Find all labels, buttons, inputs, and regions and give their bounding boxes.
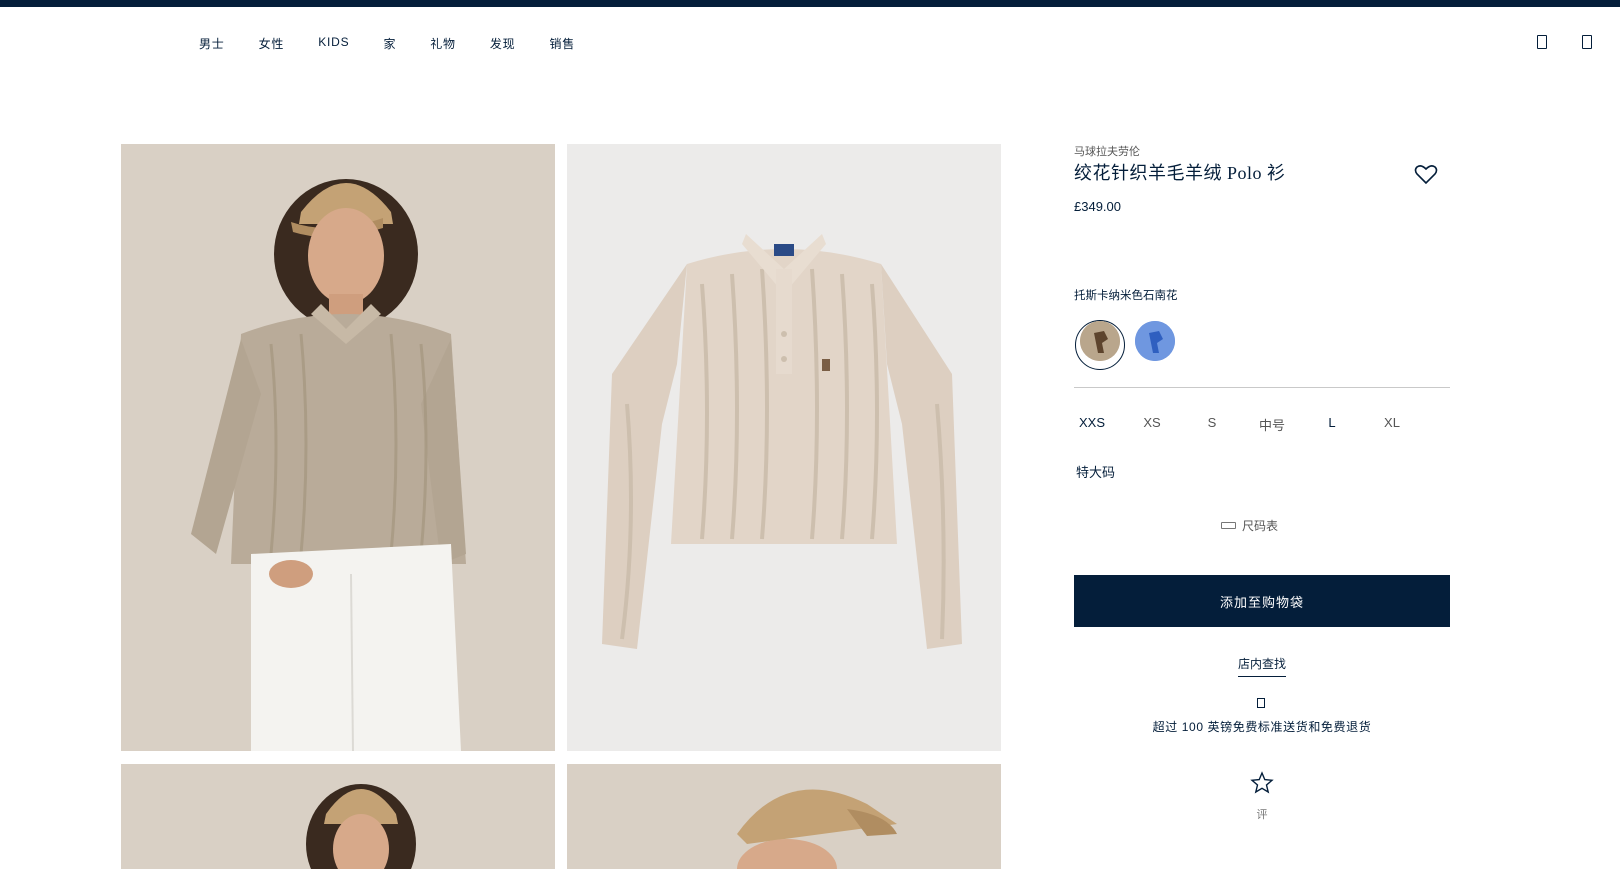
heart-icon[interactable] — [1414, 163, 1438, 185]
find-in-store: 店内查找 — [1074, 655, 1450, 677]
model-front-image[interactable] — [121, 144, 555, 751]
shipping-text: 超过 100 英镑免费标准送货和免费退货 — [1152, 720, 1372, 734]
star-icon[interactable] — [1250, 771, 1274, 795]
nav-item-kids[interactable]: KIDS — [318, 35, 349, 52]
shipping-icon — [1257, 698, 1265, 708]
size-xs[interactable]: XS — [1129, 415, 1175, 430]
product-brand: 马球拉夫劳伦 — [1074, 146, 1140, 158]
nav-item-sale[interactable]: 销售 — [549, 35, 575, 52]
add-to-bag-button[interactable]: 添加至购物袋 — [1074, 575, 1450, 627]
ruler-icon — [1221, 522, 1236, 529]
product-title: 绞花针织羊毛羊绒 Polo 衫 — [1074, 163, 1286, 183]
size-xl[interactable]: XL — [1369, 415, 1415, 430]
nav-links: 男士 女性 KIDS 家 礼物 发现 销售 — [199, 35, 609, 52]
nav-item-home[interactable]: 家 — [383, 35, 396, 52]
swatch-beige[interactable] — [1080, 321, 1120, 361]
nav-item-gifts[interactable]: 礼物 — [430, 35, 456, 52]
size-chart-label: 尺码表 — [1242, 519, 1279, 533]
product-price: £349.00 — [1074, 199, 1121, 214]
size-medium[interactable]: 中号 — [1249, 415, 1295, 434]
top-accent-bar — [0, 0, 1620, 7]
size-xxs[interactable]: XXS — [1069, 415, 1115, 430]
nav-item-discover[interactable]: 发现 — [490, 35, 516, 52]
nav-item-men[interactable]: 男士 — [199, 35, 225, 52]
size-extra-large-label[interactable]: 特大码 — [1076, 462, 1115, 481]
divider — [1074, 387, 1450, 388]
bag-icon[interactable] — [1582, 35, 1592, 49]
product-flat-image[interactable] — [567, 144, 1001, 751]
size-s[interactable]: S — [1189, 415, 1235, 430]
color-name: 托斯卡纳米色石南花 — [1074, 290, 1178, 302]
size-l[interactable]: L — [1309, 415, 1355, 430]
size-chart-link[interactable]: 尺码表 — [1221, 517, 1278, 534]
model-detail-image[interactable] — [121, 764, 555, 869]
find-in-store-link[interactable]: 店内查找 — [1237, 657, 1286, 677]
nav-item-women[interactable]: 女性 — [259, 35, 285, 52]
model-cap-image[interactable] — [567, 764, 1001, 869]
main-nav: 男士 女性 KIDS 家 礼物 发现 销售 — [0, 7, 1620, 77]
account-icon[interactable] — [1537, 35, 1547, 49]
swatch-blue[interactable] — [1135, 321, 1175, 361]
review-label[interactable]: 评 — [1074, 806, 1450, 822]
